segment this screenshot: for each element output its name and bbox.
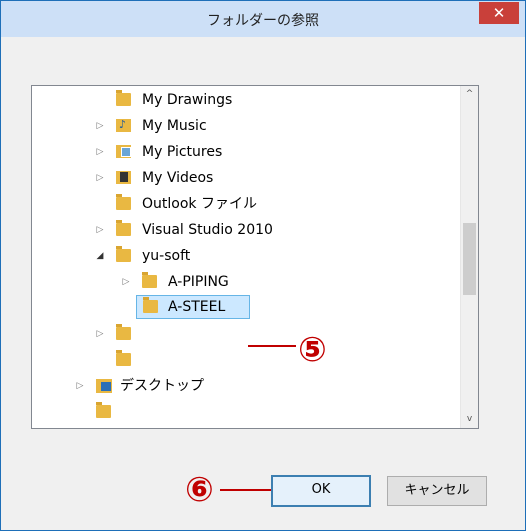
expand-arrow-icon[interactable]: ▷: [95, 114, 105, 138]
close-button[interactable]: ✕: [479, 2, 519, 24]
folder-icon: [96, 402, 111, 418]
annotation-step-5: ⑤: [298, 330, 327, 370]
folder-icon: [116, 246, 131, 262]
folder-icon: [143, 297, 158, 313]
pictures-folder-icon: [116, 145, 131, 158]
collapse-arrow-icon[interactable]: ◢: [95, 244, 105, 268]
tree-item-a-steel[interactable]: A-STEEL: [136, 295, 250, 319]
vertical-scrollbar[interactable]: ^ v: [460, 86, 478, 428]
folder-icon: [116, 350, 131, 366]
expand-arrow-icon[interactable]: ▷: [75, 374, 85, 398]
dialog-title: フォルダーの参照: [207, 13, 319, 29]
expand-arrow-icon[interactable]: ▷: [95, 322, 105, 346]
cancel-button[interactable]: キャンセル: [387, 476, 487, 506]
expand-arrow-icon[interactable]: ▷: [95, 166, 105, 190]
scroll-thumb[interactable]: [463, 223, 476, 295]
desktop-icon: [96, 379, 112, 393]
folder-icon: [116, 90, 131, 106]
annotation-leader-6: [220, 489, 272, 491]
annotation-leader-5: [248, 345, 296, 347]
ok-button[interactable]: OK: [271, 475, 371, 507]
annotation-step-6: ⑥: [185, 470, 214, 510]
title-bar[interactable]: フォルダーの参照 ✕: [1, 1, 525, 37]
folder-tree[interactable]: My Drawings ▷ My Music ▷ My Pictures ▷ M…: [31, 85, 479, 429]
expand-arrow-icon[interactable]: ▷: [121, 270, 131, 294]
expand-arrow-icon[interactable]: ▷: [95, 140, 105, 164]
folder-icon: [116, 220, 131, 236]
scroll-down-arrow-icon[interactable]: v: [461, 411, 478, 428]
videos-folder-icon: [116, 171, 131, 184]
folder-icon: [116, 194, 131, 210]
expand-arrow-icon[interactable]: ▷: [95, 218, 105, 242]
scroll-up-arrow-icon[interactable]: ^: [461, 86, 478, 103]
folder-icon: [142, 272, 157, 288]
music-folder-icon: [116, 113, 131, 137]
folder-icon: [116, 324, 131, 340]
browse-folder-dialog: フォルダーの参照 ✕ My Drawings ▷ My Music ▷ My P…: [0, 0, 526, 531]
